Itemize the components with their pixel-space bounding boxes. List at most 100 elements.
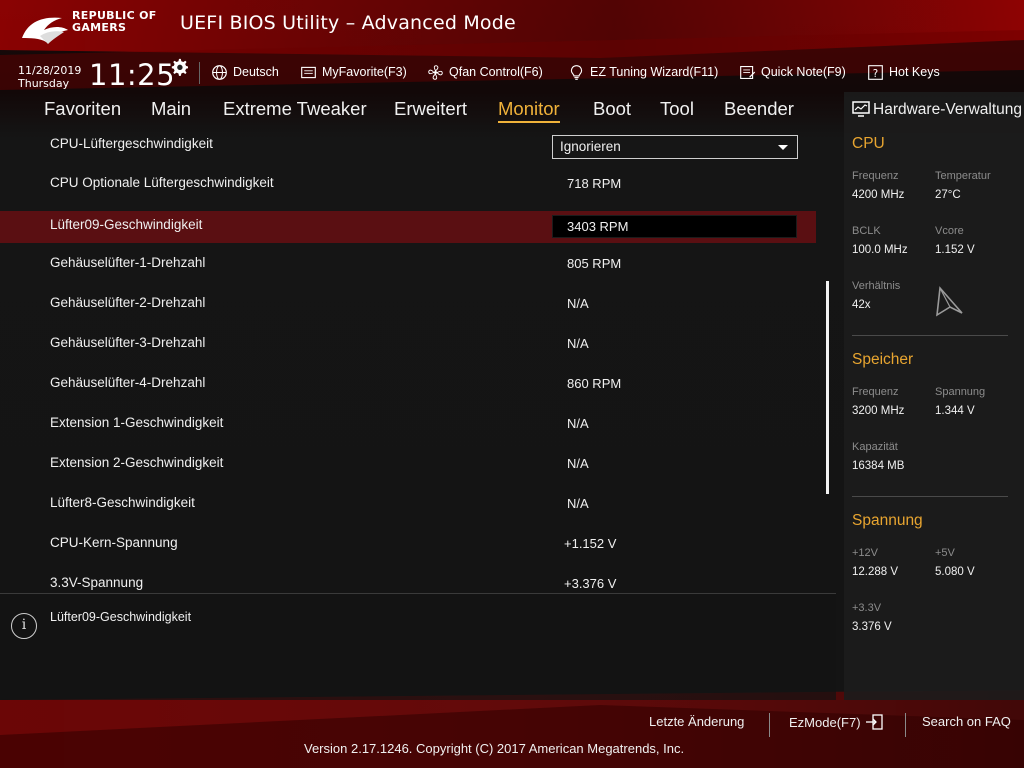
hot-keys-label: Hot Keys [889, 65, 940, 79]
setting-value: N/A [567, 336, 589, 351]
tab-main[interactable]: Main [151, 98, 191, 120]
gear-icon[interactable] [170, 58, 188, 76]
clock[interactable]: 11:25 [89, 58, 175, 92]
quick-note-button[interactable]: Quick Note(F9) [739, 62, 846, 82]
memory-capacity-value: 16384 MB [852, 460, 905, 472]
setting-row[interactable]: CPU Optionale Lüftergeschwindigkeit 718 … [0, 169, 816, 201]
setting-row[interactable]: Extension 2-Geschwindigkeit N/A [0, 449, 816, 481]
separator [769, 713, 770, 737]
hot-keys-button[interactable]: ? Hot Keys [867, 62, 940, 82]
setting-row[interactable]: Gehäuselüfter-1-Drehzahl 805 RPM [0, 249, 816, 281]
note-icon [740, 65, 756, 79]
memory-volt-label: Spannung [935, 386, 986, 398]
setting-label: CPU-Kern-Spannung [50, 535, 178, 550]
setting-row[interactable]: Gehäuselüfter-3-Drehzahl N/A [0, 329, 816, 361]
setting-value: N/A [567, 296, 589, 311]
bclk-value: 100.0 MHz [852, 244, 908, 256]
setting-row-selected[interactable]: Lüfter09-Geschwindigkeit 3403 RPM [0, 211, 816, 243]
setting-label: 3.3V-Spannung [50, 575, 144, 590]
ez-tuning-wizard-button[interactable]: EZ Tuning Wizard(F11) [568, 62, 718, 82]
setting-label: Extension 2-Geschwindigkeit [50, 455, 224, 470]
memory-freq-value: 3200 MHz [852, 405, 905, 417]
setting-label: Extension 1-Geschwindigkeit [50, 415, 224, 430]
ezmode-button[interactable]: EzMode(F7) [789, 714, 883, 730]
footer-bar [0, 700, 1024, 768]
v33-label: +3.3V [852, 602, 882, 614]
setting-label: Gehäuselüfter-3-Drehzahl [50, 335, 206, 350]
language-button[interactable]: Deutsch [211, 62, 279, 82]
globe-icon [212, 64, 227, 80]
last-change-button[interactable]: Letzte Änderung [649, 714, 744, 729]
setting-label: Gehäuselüfter-1-Drehzahl [50, 255, 206, 270]
cpu-temp-value: 27°C [935, 189, 961, 201]
setting-row[interactable]: CPU-Kern-Spannung +1.152 V [0, 529, 816, 561]
tab-tool[interactable]: Tool [660, 98, 694, 120]
favorite-list-icon [301, 66, 316, 78]
cpu-temp-label: Temperatur [935, 170, 991, 182]
fan-icon [428, 64, 443, 80]
setting-value: +3.376 V [564, 576, 617, 590]
tab-favoriten[interactable]: Favoriten [44, 98, 121, 120]
cpu-ratio-icon [936, 286, 963, 317]
setting-label: Gehäuselüfter-4-Drehzahl [50, 375, 206, 390]
setting-row[interactable]: Lüfter8-Geschwindigkeit N/A [0, 489, 816, 521]
ratio-label: Verhältnis [852, 280, 901, 292]
voltage-heading: Spannung [852, 512, 923, 529]
setting-row[interactable]: Gehäuselüfter-4-Drehzahl 860 RPM [0, 369, 816, 401]
divider [852, 335, 1008, 336]
list-scrollbar[interactable] [826, 281, 829, 494]
setting-value: N/A [567, 416, 589, 431]
logo-line-2: GAMERS [72, 21, 127, 34]
cpu-fan-speed-dropdown[interactable]: Ignorieren [552, 135, 798, 159]
exit-icon [865, 714, 883, 730]
setting-value: 860 RPM [567, 376, 622, 391]
setting-row-cpu-fan[interactable]: CPU-Lüftergeschwindigkeit Ignorieren [0, 125, 816, 165]
setting-value: N/A [567, 496, 589, 511]
v33-value: 3.376 V [852, 621, 892, 633]
setting-label: CPU Optionale Lüftergeschwindigkeit [50, 175, 274, 190]
v5-label: +5V [935, 547, 955, 559]
separator [905, 713, 906, 737]
copyright-text: Version 2.17.1246. Copyright (C) 2017 Am… [304, 741, 685, 756]
setting-label: Lüfter8-Geschwindigkeit [50, 495, 195, 510]
divider [852, 496, 1008, 497]
v5-value: 5.080 V [935, 566, 975, 578]
search-faq-button[interactable]: Search on FAQ [922, 714, 1011, 729]
setting-row[interactable]: 3.3V-Spannung +3.376 V [0, 569, 816, 590]
tab-monitor[interactable]: Monitor [498, 98, 560, 123]
myfavorite-button[interactable]: MyFavorite(F3) [300, 62, 407, 82]
chevron-down-icon [778, 145, 788, 150]
myfavorite-label: MyFavorite(F3) [322, 65, 407, 79]
memory-freq-label: Frequenz [852, 386, 899, 398]
monitor-settings-list: CPU-Lüftergeschwindigkeit Ignorieren CPU… [0, 125, 836, 590]
setting-row[interactable]: Extension 1-Geschwindigkeit N/A [0, 409, 816, 441]
lightbulb-icon [570, 64, 583, 80]
setting-row[interactable]: Gehäuselüfter-2-Drehzahl N/A [0, 289, 816, 321]
tab-erweitert[interactable]: Erweitert [394, 98, 467, 120]
cpu-heading: CPU [852, 135, 885, 152]
selected-value-box: 3403 RPM [552, 215, 797, 238]
memory-heading: Speicher [852, 351, 914, 368]
memory-volt-value: 1.344 V [935, 405, 975, 417]
svg-text:?: ? [873, 68, 878, 79]
tab-beender[interactable]: Beender [724, 98, 794, 120]
setting-value: 3403 RPM [567, 219, 629, 234]
setting-label: Gehäuselüfter-2-Drehzahl [50, 295, 206, 310]
tab-extreme-tweaker[interactable]: Extreme Tweaker [223, 98, 367, 120]
tab-boot[interactable]: Boot [593, 98, 631, 120]
date-display: 11/28/2019 Thursday [18, 64, 81, 90]
ezmode-label: EzMode(F7) [789, 714, 861, 730]
help-icon: ? [868, 64, 883, 80]
qfan-control-button[interactable]: Qfan Control(F6) [427, 62, 543, 82]
help-description: Lüfter09-Geschwindigkeit [50, 610, 192, 624]
info-icon: i [11, 613, 37, 639]
app-title: UEFI BIOS Utility – Advanced Mode [180, 12, 516, 34]
language-label: Deutsch [233, 65, 279, 79]
setting-label: Lüfter09-Geschwindigkeit [50, 217, 203, 232]
setting-value: 718 RPM [567, 176, 622, 191]
vcore-label: Vcore [935, 225, 964, 237]
cpu-freq-value: 4200 MHz [852, 189, 905, 201]
dropdown-value: Ignorieren [560, 139, 621, 154]
date: 11/28/2019 [18, 64, 82, 77]
cpu-freq-label: Frequenz [852, 170, 899, 182]
